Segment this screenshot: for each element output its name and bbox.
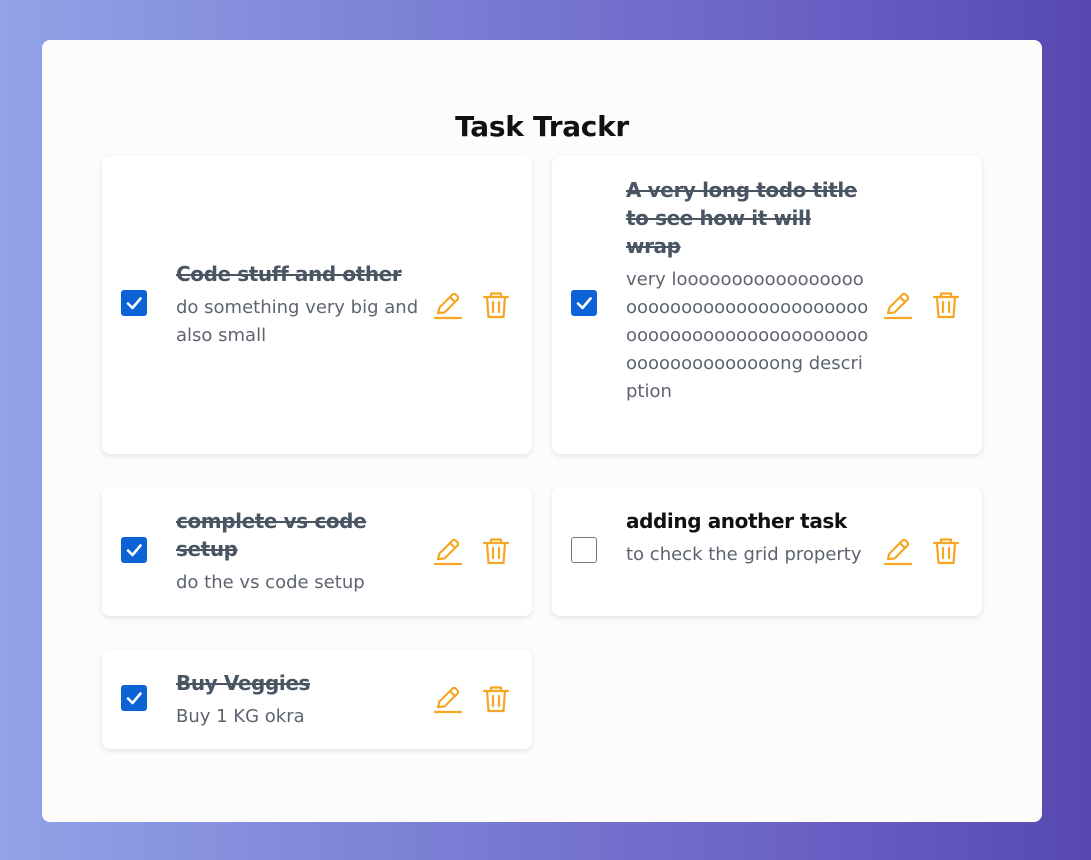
task-content: adding another task to check the grid pr… <box>626 507 871 569</box>
task-card: A very long todo title to see how it wil… <box>552 156 982 454</box>
task-card: Code stuff and other do something very b… <box>102 156 532 454</box>
task-description: Buy 1 KG okra <box>176 706 305 727</box>
task-title: A very long todo title to see how it wil… <box>626 178 857 258</box>
task-card: adding another task to check the grid pr… <box>552 487 982 616</box>
task-title: complete vs code setup <box>176 509 367 561</box>
task-description: do something very big and also small <box>176 297 419 346</box>
task-title: Code stuff and other <box>176 262 402 286</box>
task-description: do the vs code setup <box>176 572 365 593</box>
trash-icon[interactable] <box>480 535 512 567</box>
trash-icon[interactable] <box>480 289 512 321</box>
edit-icon[interactable] <box>432 683 464 715</box>
edit-icon[interactable] <box>432 289 464 321</box>
task-card: Buy Veggies Buy 1 KG okra <box>102 649 532 749</box>
task-checkbox[interactable] <box>571 537 597 563</box>
task-title: adding another task <box>626 509 847 533</box>
trash-icon[interactable] <box>480 683 512 715</box>
task-card: complete vs code setup do the vs code se… <box>102 487 532 616</box>
task-content: A very long todo title to see how it wil… <box>626 176 871 406</box>
edit-icon[interactable] <box>432 535 464 567</box>
trash-icon[interactable] <box>930 289 962 321</box>
trash-icon[interactable] <box>930 535 962 567</box>
task-content: complete vs code setup do the vs code se… <box>176 507 416 597</box>
task-content: Buy Veggies Buy 1 KG okra <box>176 669 416 731</box>
task-checkbox[interactable] <box>571 290 597 316</box>
checkmark-icon <box>576 297 592 310</box>
task-content: Code stuff and other do something very b… <box>176 260 426 350</box>
task-checkbox[interactable] <box>121 537 147 563</box>
checkmark-icon <box>126 692 142 705</box>
checkmark-icon <box>126 297 142 310</box>
edit-icon[interactable] <box>882 535 914 567</box>
task-title: Buy Veggies <box>176 671 310 695</box>
task-checkbox[interactable] <box>121 685 147 711</box>
edit-icon[interactable] <box>882 289 914 321</box>
page-title: Task Trackr <box>455 110 629 143</box>
checkmark-icon <box>126 544 142 557</box>
task-description: very loooooooooooooooooooooooooooooooooo… <box>626 269 869 402</box>
task-checkbox[interactable] <box>121 290 147 316</box>
task-description: to check the grid property <box>626 544 862 565</box>
